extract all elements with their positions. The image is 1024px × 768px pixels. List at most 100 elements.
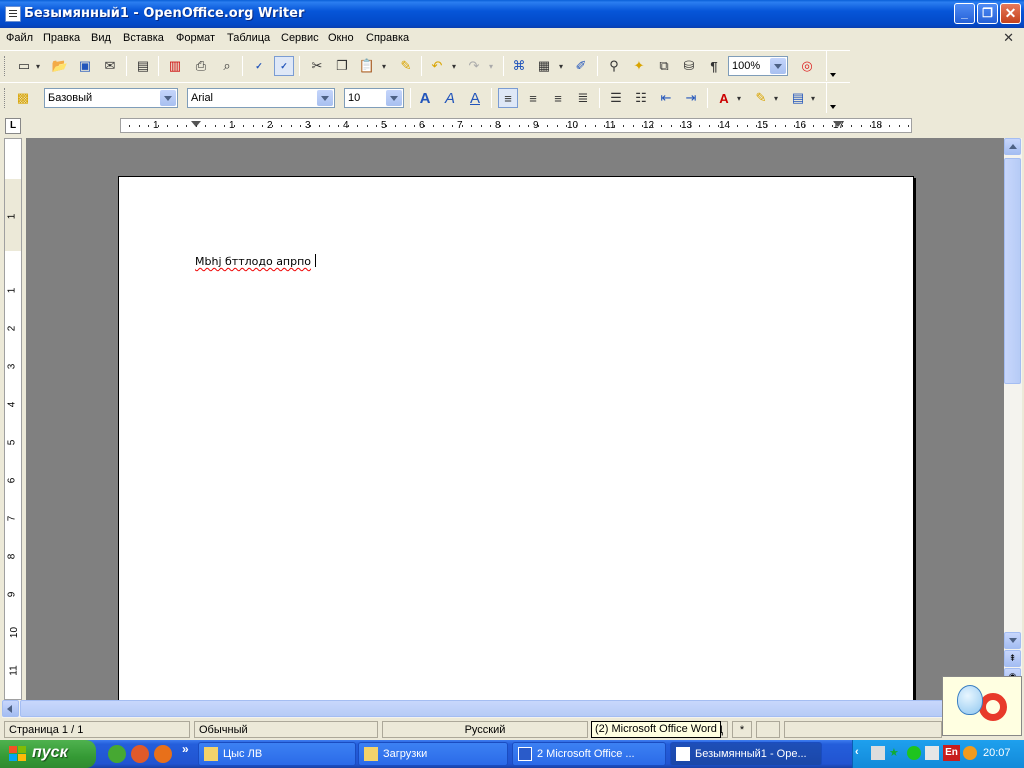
chevron-down-icon[interactable] — [386, 90, 402, 106]
toolbar-overflow-icon[interactable] — [826, 83, 838, 113]
navigator-icon[interactable]: ✦ — [629, 56, 649, 76]
increase-indent-icon[interactable]: ⇥ — [681, 88, 701, 108]
cut-icon[interactable]: ✂ — [307, 56, 327, 76]
close-button[interactable]: ✕ — [1000, 3, 1021, 24]
background-color-icon[interactable]: ▤ — [788, 88, 808, 108]
menu-insert[interactable]: Вставка — [123, 32, 164, 44]
help-lifebuoy-icon[interactable]: ◎ — [797, 56, 817, 76]
icq-icon[interactable] — [907, 746, 921, 760]
font-color-icon[interactable]: A — [714, 88, 734, 108]
page-style[interactable]: Обычный — [194, 721, 378, 738]
vertical-scrollbar[interactable]: ⇞ ◉ — [1004, 138, 1022, 700]
digital-signature-indicator[interactable] — [756, 721, 780, 738]
menu-window[interactable]: Окно — [328, 32, 354, 44]
font-size-select[interactable]: 10 — [344, 88, 404, 108]
menu-view[interactable]: Вид — [91, 32, 111, 44]
align-right-icon[interactable]: ≡ — [548, 88, 568, 108]
clock[interactable]: 20:07 — [983, 747, 1011, 759]
data-sources-icon[interactable]: ⛁ — [679, 56, 699, 76]
decrease-indent-icon[interactable]: ⇤ — [656, 88, 676, 108]
format-paintbrush-icon[interactable]: ✎ — [396, 56, 416, 76]
menu-file[interactable]: Файл — [6, 32, 33, 44]
gallery-icon[interactable]: ⧉ — [654, 56, 674, 76]
update-icon[interactable] — [963, 746, 977, 760]
new-document-icon[interactable]: ▭ — [14, 56, 34, 76]
paste-icon[interactable]: 📋 — [357, 56, 377, 76]
scroll-up-icon[interactable] — [1004, 138, 1021, 155]
firefox-icon[interactable] — [154, 745, 172, 763]
new-dropdown-icon[interactable]: ▾ — [32, 56, 44, 76]
undo-icon[interactable]: ↶ — [427, 56, 447, 76]
copy-icon[interactable]: ❐ — [332, 56, 352, 76]
print-icon[interactable]: ⎙ — [191, 56, 211, 76]
taskbar-item-writer[interactable]: Безымянный1 - Ope... — [670, 742, 822, 766]
styles-formatting-icon[interactable]: ▩ — [13, 88, 33, 108]
vertical-ruler[interactable]: 1 1 2 3 4 5 6 7 8 9 10 11 — [4, 138, 22, 700]
horizontal-scrollbar[interactable] — [2, 700, 1004, 718]
autospellcheck-icon[interactable]: ✓ — [274, 56, 294, 76]
save-icon[interactable]: ▣ — [75, 56, 95, 76]
bullets-icon[interactable]: ☷ — [631, 88, 651, 108]
background-color-dropdown-icon[interactable]: ▾ — [807, 88, 819, 108]
paragraph-style-select[interactable]: Базовый — [44, 88, 178, 108]
minimize-button[interactable]: _ — [954, 3, 975, 24]
tab-type-selector[interactable]: L — [5, 118, 21, 134]
network-icon[interactable] — [871, 746, 885, 760]
spellcheck-icon[interactable]: ✓ — [249, 56, 269, 76]
scroll-down-icon[interactable] — [1004, 632, 1021, 649]
toolbar-grip[interactable] — [4, 56, 7, 76]
taskbar-item-downloads[interactable]: Загрузки — [358, 742, 508, 766]
zoom-select[interactable]: 100% — [728, 56, 788, 76]
document-page[interactable]: Mbhj бттлодо апрпо — [118, 176, 914, 700]
formatting-marks-icon[interactable]: ¶ — [704, 56, 724, 76]
quicklaunch-more-icon[interactable]: » — [182, 742, 189, 756]
utorrent-icon[interactable] — [108, 745, 126, 763]
toolbar-overflow-icon[interactable] — [826, 51, 838, 81]
horizontal-ruler[interactable]: 1 1 2 3 4 5 6 7 8 9 10 11 12 13 14 15 16… — [120, 118, 912, 133]
language-indicator-icon[interactable]: En — [943, 745, 960, 761]
open-icon[interactable]: 📂 — [50, 56, 70, 76]
previous-page-icon[interactable]: ⇞ — [1004, 650, 1021, 667]
table-icon[interactable]: ▦ — [534, 56, 554, 76]
show-draw-functions-icon[interactable]: ✐ — [571, 56, 591, 76]
tray-collapse-icon[interactable]: ‹ — [855, 746, 869, 760]
italic-icon[interactable]: A — [440, 88, 460, 108]
align-center-icon[interactable]: ≡ — [523, 88, 543, 108]
bold-icon[interactable]: A — [415, 88, 435, 108]
display-icon[interactable] — [925, 746, 939, 760]
menu-table[interactable]: Таблица — [227, 32, 270, 44]
font-color-dropdown-icon[interactable]: ▾ — [733, 88, 745, 108]
email-client-icon[interactable] — [131, 745, 149, 763]
help-agent[interactable] — [942, 676, 1022, 736]
email-icon[interactable]: ✉ — [100, 56, 120, 76]
redo-icon[interactable]: ↷ — [464, 56, 484, 76]
start-button[interactable]: пуск — [0, 740, 96, 768]
vertical-scroll-thumb[interactable] — [1004, 158, 1021, 384]
menu-format[interactable]: Формат — [176, 32, 215, 44]
redo-dropdown-icon[interactable]: ▾ — [485, 56, 497, 76]
menu-tools[interactable]: Сервис — [281, 32, 319, 44]
star-tray-icon[interactable]: ★ — [889, 746, 903, 760]
close-document-icon[interactable]: ✕ — [1003, 30, 1014, 46]
title-bar[interactable]: Безымянный1 - OpenOffice.org Writer _ ❐ … — [0, 0, 1024, 28]
find-replace-icon[interactable]: ⚲ — [604, 56, 624, 76]
edit-file-icon[interactable]: ▤ — [133, 56, 153, 76]
print-preview-icon[interactable]: ⌕ — [217, 56, 237, 76]
highlighting-icon[interactable]: ✎ — [751, 88, 771, 108]
table-dropdown-icon[interactable]: ▾ — [555, 56, 567, 76]
toolbar-grip[interactable] — [4, 88, 7, 108]
scroll-left-icon[interactable] — [2, 700, 19, 717]
numbering-icon[interactable]: ☰ — [606, 88, 626, 108]
menu-edit[interactable]: Правка — [43, 32, 80, 44]
chevron-down-icon[interactable] — [770, 58, 786, 74]
language-indicator[interactable]: Русский — [382, 721, 588, 738]
hyperlink-icon[interactable]: ⌘ — [509, 56, 529, 76]
taskbar-item-folder-tsys[interactable]: Цыс ЛВ — [198, 742, 356, 766]
font-name-select[interactable]: Arial — [187, 88, 335, 108]
align-justify-icon[interactable]: ≣ — [573, 88, 593, 108]
underline-icon[interactable]: A — [465, 88, 485, 108]
taskbar-item-word-group[interactable]: 2 Microsoft Office ... — [512, 742, 666, 766]
maximize-button[interactable]: ❐ — [977, 3, 998, 24]
undo-dropdown-icon[interactable]: ▾ — [448, 56, 460, 76]
align-left-icon[interactable]: ≡ — [498, 88, 518, 108]
